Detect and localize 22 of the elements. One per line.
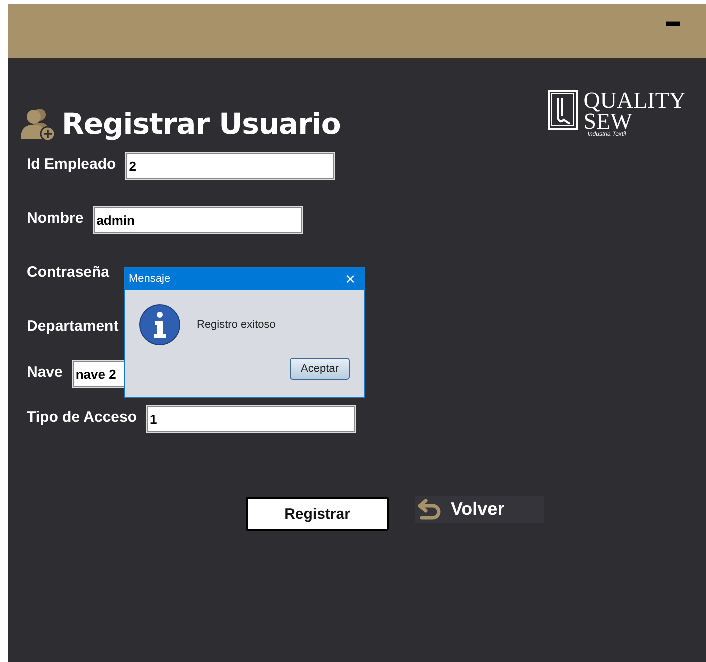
field-label: Id Empleado bbox=[27, 156, 116, 172]
logo-text: SEW bbox=[584, 112, 632, 132]
close-button[interactable]: ✕ bbox=[345, 272, 356, 286]
field-label: Departament bbox=[27, 318, 119, 334]
back-button[interactable]: Volver bbox=[415, 496, 544, 523]
logo-icon bbox=[548, 90, 578, 130]
page-title: Registrar Usuario bbox=[62, 107, 341, 141]
field-label: Tipo de Acceso bbox=[27, 408, 138, 426]
input-field[interactable]: admin bbox=[94, 207, 302, 233]
field-label: Contraseña bbox=[27, 264, 110, 280]
dialog-title: Mensaje bbox=[129, 273, 171, 285]
dialog-message: Registro exitoso bbox=[197, 319, 276, 331]
register-button[interactable]: Registrar bbox=[246, 497, 389, 531]
logo-text: QUALITY bbox=[584, 90, 686, 112]
input-field[interactable]: 2 bbox=[126, 153, 334, 179]
minimize-button[interactable]: ▬ bbox=[666, 14, 680, 28]
undo-arrow-icon bbox=[417, 498, 443, 520]
accept-button[interactable]: Aceptar bbox=[290, 358, 350, 380]
input-field[interactable]: 1 bbox=[147, 406, 356, 432]
info-icon bbox=[139, 304, 181, 346]
field-label: Nave bbox=[27, 364, 63, 380]
field-label: Nombre bbox=[27, 210, 84, 226]
